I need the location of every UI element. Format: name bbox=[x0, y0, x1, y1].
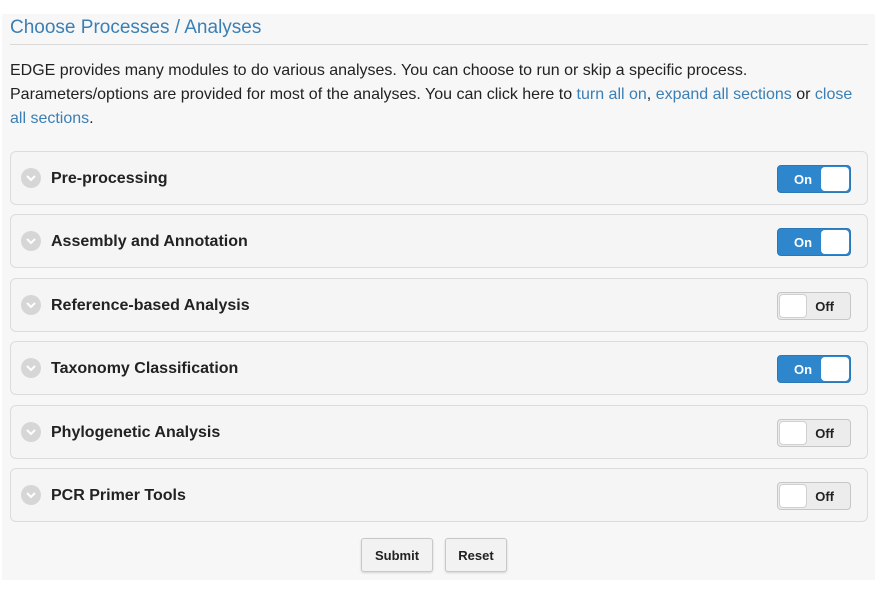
title-divider bbox=[10, 44, 868, 45]
section-label: PCR Primer Tools bbox=[51, 486, 186, 504]
submit-button[interactable]: Submit bbox=[361, 538, 433, 572]
chevron-down-icon[interactable] bbox=[21, 294, 41, 315]
section-toggle[interactable]: Off bbox=[777, 291, 851, 320]
toggle-state-label: On bbox=[794, 362, 813, 378]
section-toggle[interactable]: Off bbox=[777, 418, 851, 447]
section-toggle[interactable]: Off bbox=[777, 481, 851, 510]
chevron-down-icon[interactable] bbox=[21, 231, 41, 252]
intro-or: or bbox=[791, 86, 815, 103]
toggle-state-label: Off bbox=[815, 488, 834, 504]
section-label: Reference-based Analysis bbox=[51, 296, 250, 314]
section-toggle[interactable]: On bbox=[777, 228, 851, 257]
intro-period: . bbox=[89, 110, 94, 127]
toggle-state-label: On bbox=[794, 172, 813, 187]
toggle-knob bbox=[779, 293, 807, 318]
reset-button[interactable]: Reset bbox=[445, 538, 507, 572]
chevron-down-icon[interactable] bbox=[21, 358, 41, 379]
expand-all-sections-link[interactable]: expand all sections bbox=[656, 86, 792, 103]
intro-text: EDGE provides many modules to do various… bbox=[10, 59, 860, 131]
toggle-state-label: Off bbox=[815, 298, 834, 314]
section-phylogenetic-analysis[interactable]: Phylogenetic Analysis Off bbox=[10, 404, 868, 459]
toggle-knob bbox=[821, 230, 849, 255]
section-list: Pre-processing On Assembly and Annotatio… bbox=[10, 151, 868, 531]
intro-separator: , bbox=[646, 86, 656, 103]
section-toggle[interactable]: On bbox=[777, 355, 851, 384]
toggle-knob bbox=[821, 357, 849, 382]
toggle-knob bbox=[821, 167, 849, 191]
toggle-knob bbox=[779, 483, 807, 508]
toggle-knob bbox=[779, 420, 807, 445]
toggle-state-label: Off bbox=[815, 425, 834, 441]
section-reference-based-analysis[interactable]: Reference-based Analysis Off bbox=[10, 277, 868, 332]
chevron-down-icon[interactable] bbox=[21, 168, 41, 188]
turn-all-on-link[interactable]: turn all on bbox=[577, 86, 647, 103]
section-toggle[interactable]: On bbox=[777, 165, 851, 193]
section-taxonomy-classification[interactable]: Taxonomy Classification On bbox=[10, 341, 868, 396]
section-label: Assembly and Annotation bbox=[51, 233, 248, 251]
section-pcr-primer-tools[interactable]: PCR Primer Tools Off bbox=[10, 467, 868, 522]
process-panel: Choose Processes / Analyses EDGE provide… bbox=[2, 14, 875, 580]
section-label: Pre-processing bbox=[51, 170, 168, 187]
section-assembly-and-annotation[interactable]: Assembly and Annotation On bbox=[10, 214, 868, 269]
section-pre-processing[interactable]: Pre-processing On bbox=[10, 151, 868, 205]
chevron-down-icon[interactable] bbox=[21, 421, 41, 442]
page-title: Choose Processes / Analyses bbox=[10, 17, 262, 38]
toggle-state-label: On bbox=[794, 235, 813, 251]
section-label: Phylogenetic Analysis bbox=[51, 423, 221, 441]
chevron-down-icon[interactable] bbox=[21, 484, 41, 505]
section-label: Taxonomy Classification bbox=[51, 360, 239, 378]
